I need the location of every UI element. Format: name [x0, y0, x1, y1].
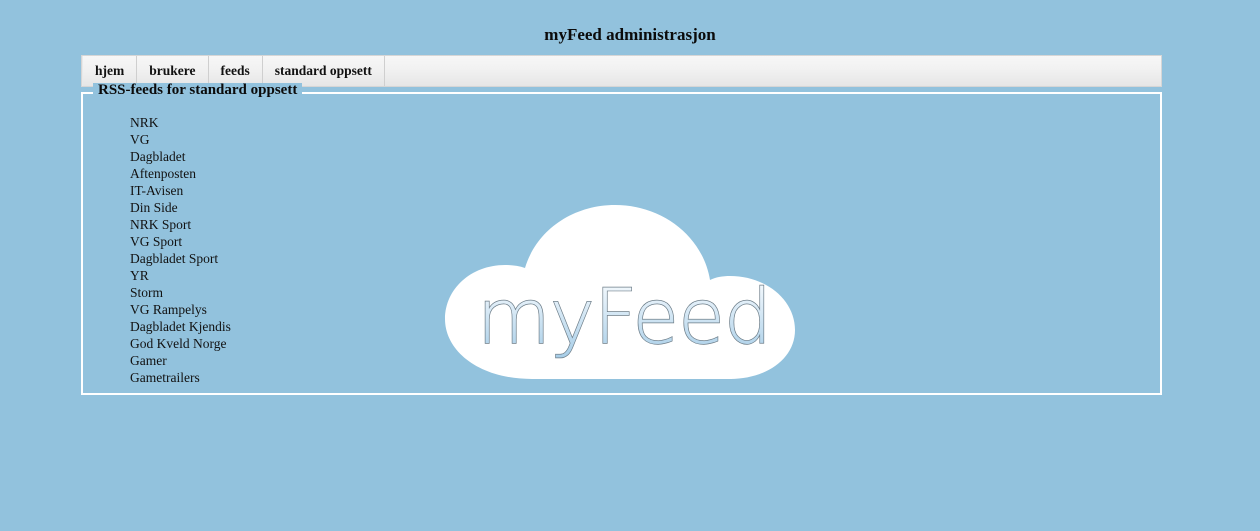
list-item[interactable]: Dagbladet	[130, 148, 231, 165]
list-item[interactable]: YR	[130, 267, 231, 284]
list-item[interactable]: Storm	[130, 284, 231, 301]
feed-list: NRK VG Dagbladet Aftenposten IT-Avisen D…	[130, 114, 231, 386]
list-item[interactable]: VG Sport	[130, 233, 231, 250]
list-item[interactable]: NRK Sport	[130, 216, 231, 233]
list-item[interactable]: IT-Avisen	[130, 182, 231, 199]
nav-tab-feeds-label: feeds	[220, 63, 250, 78]
nav-tab-brukere-label: brukere	[149, 63, 196, 78]
logo-wordmark: myFeed	[477, 272, 771, 361]
list-item[interactable]: NRK	[130, 114, 231, 131]
list-item[interactable]: God Kveld Norge	[130, 335, 231, 352]
list-item[interactable]: Dagbladet Sport	[130, 250, 231, 267]
list-item[interactable]: Din Side	[130, 199, 231, 216]
standard-feeds-panel: RSS-feeds for standard oppsett NRK VG Da…	[81, 83, 1162, 395]
list-item[interactable]: VG	[130, 131, 231, 148]
list-item[interactable]: Gamer	[130, 352, 231, 369]
panel-legend: RSS-feeds for standard oppsett	[93, 83, 303, 98]
nav-empty-space	[385, 56, 1161, 86]
list-item[interactable]: Gametrailers	[130, 369, 231, 386]
nav-tab-standard-oppsett-label: standard oppsett	[274, 63, 372, 78]
list-item[interactable]: VG Rampelys	[130, 301, 231, 318]
list-item[interactable]: Dagbladet Kjendis	[130, 318, 231, 335]
page-title: myFeed administrasjon	[544, 25, 716, 44]
list-item[interactable]: Aftenposten	[130, 165, 231, 182]
nav-tab-hjem-label: hjem	[95, 63, 125, 78]
myfeed-cloud-logo: myFeed	[439, 201, 809, 387]
